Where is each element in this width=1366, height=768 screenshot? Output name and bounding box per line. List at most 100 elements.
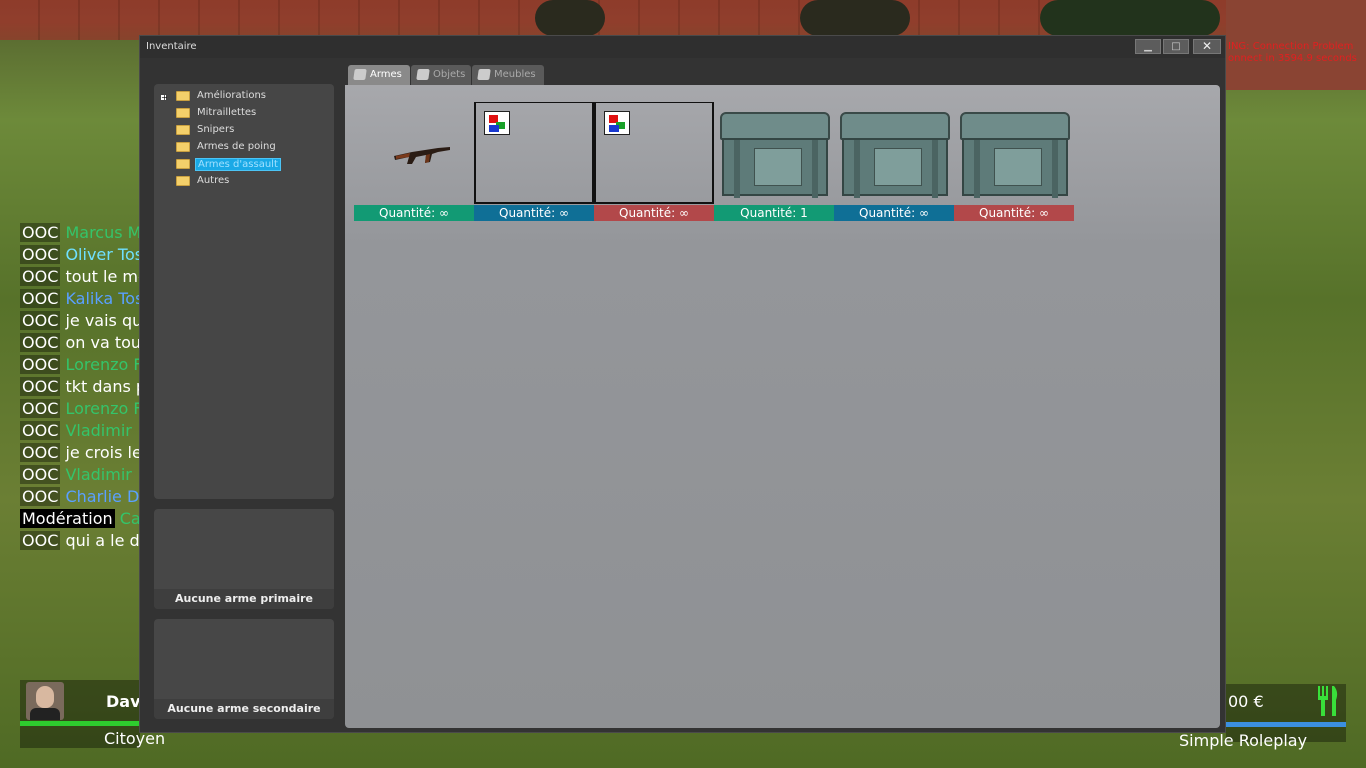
chat-line: OOC je vais qui bbox=[20, 310, 150, 332]
tree-item-4[interactable]: Armes d'assault bbox=[154, 157, 334, 173]
inventory-item[interactable]: Quantité: ∞ bbox=[474, 102, 594, 222]
category-tree: + Améliorations Mitraillettes Snipers Armes … bbox=[154, 84, 334, 499]
chat-player-name: Lorenzo F bbox=[65, 355, 143, 374]
window-title: Inventaire bbox=[146, 41, 197, 52]
hunger-bar bbox=[1226, 722, 1346, 727]
maximize-button[interactable]: □ bbox=[1163, 39, 1189, 54]
connection-warning: ING: Connection Problem onnect in 3594.9… bbox=[1228, 41, 1357, 65]
chat-tag: OOC bbox=[20, 267, 61, 286]
chat-message: tkt dans p bbox=[65, 377, 147, 396]
chat-message: je vais qui bbox=[65, 311, 147, 330]
tab-armes[interactable]: Armes bbox=[348, 65, 410, 85]
avatar bbox=[26, 682, 64, 720]
chat-tag: OOC bbox=[20, 289, 61, 308]
inventory-item[interactable]: Quantité: ∞ bbox=[834, 102, 954, 222]
inventory-item[interactable]: Quantité: 1 bbox=[714, 102, 834, 222]
chat-box: OOC Marcus M OOC Oliver Tos OOC tout le mo… bbox=[20, 222, 150, 552]
chat-tag: OOC bbox=[20, 443, 61, 462]
chat-tag: OOC bbox=[20, 333, 61, 352]
chat-tag: OOC bbox=[20, 465, 61, 484]
tab-objets[interactable]: Objets bbox=[411, 65, 471, 85]
close-button[interactable]: ✕ bbox=[1193, 39, 1221, 54]
tree-foliage bbox=[1040, 0, 1220, 36]
ak47-icon bbox=[354, 102, 474, 204]
tab-meubles[interactable]: Meubles bbox=[472, 65, 544, 85]
chat-tag: OOC bbox=[20, 245, 61, 264]
chat-line: OOC tkt dans p bbox=[20, 376, 150, 398]
chat-line: OOC Charlie D bbox=[20, 486, 150, 508]
folder-icon bbox=[176, 159, 190, 169]
tree-item-2[interactable]: Snipers bbox=[154, 123, 334, 139]
quantity-label: Quantité: ∞ bbox=[594, 205, 714, 221]
missing-image-icon bbox=[474, 102, 594, 204]
box-icon bbox=[353, 69, 367, 80]
folder-icon bbox=[176, 108, 190, 118]
box-icon bbox=[477, 69, 491, 80]
tree-trunk bbox=[800, 0, 910, 36]
chat-line: OOC Kalika Tos bbox=[20, 288, 150, 310]
chat-tag: OOC bbox=[20, 531, 61, 550]
inventory-item[interactable]: Quantité: ∞ bbox=[594, 102, 714, 222]
chat-player-name: Charlie D bbox=[65, 487, 140, 506]
fork-knife-icon bbox=[1312, 684, 1342, 718]
tree-item-3[interactable]: Armes de poing bbox=[154, 140, 334, 156]
quantity-label: Quantité: ∞ bbox=[474, 205, 594, 221]
tab-label: Objets bbox=[433, 69, 466, 80]
folder-icon bbox=[176, 176, 190, 186]
minimize-button[interactable]: ▁ bbox=[1135, 39, 1161, 54]
items-grid: Quantité: ∞ Quantité: ∞ Quantité: ∞ Quantit… bbox=[345, 85, 1220, 728]
quantity-label: Quantité: ∞ bbox=[954, 205, 1074, 221]
expand-icon[interactable]: + bbox=[160, 94, 168, 102]
secondary-weapon-slot[interactable]: Aucune arme secondaire bbox=[154, 619, 334, 719]
inventory-item[interactable]: Quantité: ∞ bbox=[354, 102, 474, 222]
secondary-slot-label: Aucune arme secondaire bbox=[154, 699, 334, 719]
tree-item-0[interactable]: + Améliorations bbox=[154, 89, 334, 105]
chat-tag: OOC bbox=[20, 311, 61, 330]
inventory-window: Inventaire ▁ □ ✕ + Améliorations Mitraille… bbox=[139, 35, 1226, 733]
primary-weapon-slot[interactable]: Aucune arme primaire bbox=[154, 509, 334, 609]
chat-message: qui a le di bbox=[65, 531, 145, 550]
chat-tag: OOC bbox=[20, 223, 61, 242]
primary-slot-label: Aucune arme primaire bbox=[154, 589, 334, 609]
chat-line: Modération Ca bbox=[20, 508, 150, 530]
chat-line: OOC je crois le bbox=[20, 442, 150, 464]
tree-item-label: Mitraillettes bbox=[197, 107, 257, 118]
chat-line: OOC Lorenzo F bbox=[20, 398, 150, 420]
chat-tag: OOC bbox=[20, 487, 61, 506]
chat-line: OOC Marcus M bbox=[20, 222, 150, 244]
box-icon bbox=[416, 69, 430, 80]
chat-line: OOC Vladimir bbox=[20, 420, 150, 442]
chat-player-name: Ca bbox=[119, 509, 141, 528]
chat-message: je crois le bbox=[65, 443, 142, 462]
ammo-crate-icon bbox=[954, 102, 1074, 204]
folder-icon bbox=[176, 142, 190, 152]
server-name: Simple Roleplay bbox=[1179, 731, 1308, 750]
chat-line: OOC Oliver Tos bbox=[20, 244, 150, 266]
chat-player-name: Lorenzo F bbox=[65, 399, 143, 418]
chat-tag: Modération bbox=[20, 509, 115, 528]
inventory-item[interactable]: Quantité: ∞ bbox=[954, 102, 1074, 222]
health-bar bbox=[20, 721, 140, 726]
chat-line: OOC Lorenzo F bbox=[20, 354, 150, 376]
title-bar[interactable]: Inventaire ▁ □ ✕ bbox=[140, 36, 1225, 58]
chat-tag: OOC bbox=[20, 377, 61, 396]
chat-player-name: Vladimir bbox=[65, 465, 132, 484]
tab-label: Meubles bbox=[494, 69, 536, 80]
tree-item-5[interactable]: Autres bbox=[154, 174, 334, 190]
tree-item-1[interactable]: Mitraillettes bbox=[154, 106, 334, 122]
tree-item-label: Armes d'assault bbox=[195, 158, 281, 171]
tree-item-label: Autres bbox=[197, 175, 230, 186]
warning-line: onnect in 3594.9 seconds bbox=[1228, 53, 1357, 64]
chat-line: OOC qui a le di bbox=[20, 530, 150, 552]
folder-icon bbox=[176, 125, 190, 135]
quantity-label: Quantité: ∞ bbox=[834, 205, 954, 221]
tree-item-label: Snipers bbox=[197, 124, 235, 135]
tab-label: Armes bbox=[370, 69, 402, 80]
chat-tag: OOC bbox=[20, 399, 61, 418]
chat-tag: OOC bbox=[20, 421, 61, 440]
money-value: 00 € bbox=[1228, 692, 1264, 711]
missing-image-icon bbox=[594, 102, 714, 204]
tree-item-label: Armes de poing bbox=[197, 141, 276, 152]
chat-message: on va tous bbox=[65, 333, 150, 352]
folder-icon bbox=[176, 91, 190, 101]
